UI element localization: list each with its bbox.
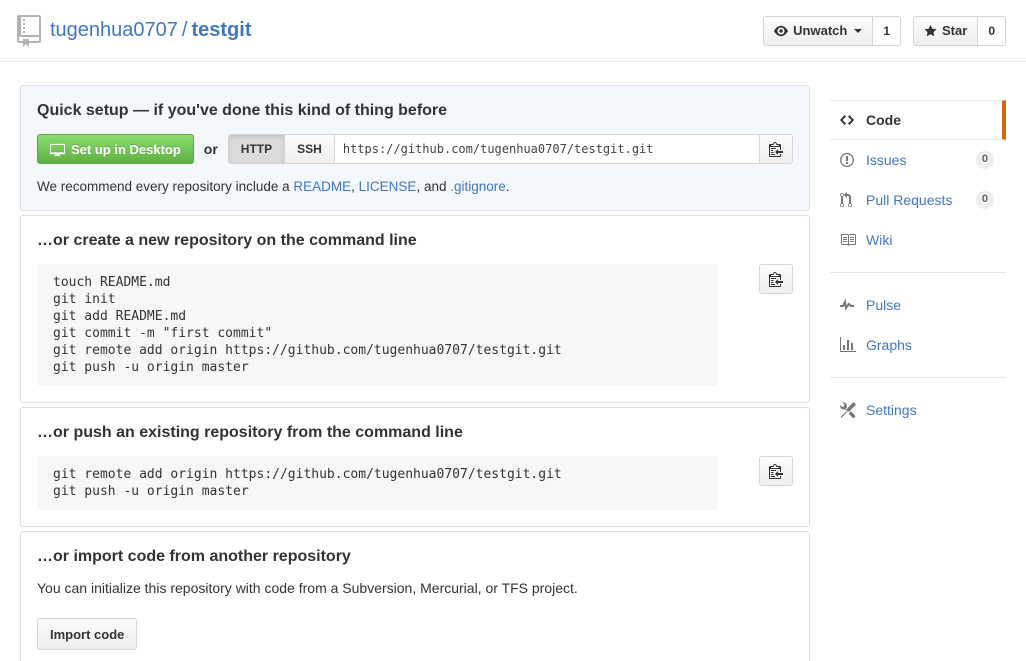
push-repo-code-block: git remote add origin https://github.com… xyxy=(37,456,717,510)
sidebar-item-wiki[interactable]: Wiki xyxy=(830,220,1006,260)
tools-icon xyxy=(840,402,866,418)
chevron-down-icon xyxy=(854,28,863,33)
code-line: git push -u origin master xyxy=(53,484,249,499)
recommend-sep2: , and xyxy=(416,179,451,194)
sidebar-item-issues[interactable]: Issues 0 xyxy=(830,140,1006,180)
code-line: git remote add origin https://github.com… xyxy=(53,467,562,482)
recommend-sep1: , xyxy=(351,179,359,194)
code-line: git init xyxy=(53,292,116,307)
star-count[interactable]: 0 xyxy=(978,15,1006,46)
code-icon xyxy=(840,112,866,128)
sidebar-item-pulse[interactable]: Pulse xyxy=(830,285,1006,325)
ssh-protocol-button[interactable]: SSH xyxy=(284,134,335,164)
setup-in-desktop-label: Set up in Desktop xyxy=(71,141,181,157)
quick-setup-panel: Quick setup — if you've done this kind o… xyxy=(20,85,810,211)
import-description: You can initialize this repository with … xyxy=(37,580,578,596)
or-label: or xyxy=(203,141,218,157)
sidebar-label: Settings xyxy=(866,402,917,418)
issues-count-badge: 0 xyxy=(975,151,994,169)
gitignore-link[interactable]: .gitignore xyxy=(450,179,506,194)
license-link[interactable]: LICENSE xyxy=(359,179,417,194)
copy-push-commands-button[interactable] xyxy=(759,456,793,486)
code-line: touch README.md xyxy=(53,275,171,290)
sidebar-item-graphs[interactable]: Graphs xyxy=(830,325,1006,365)
issue-opened-icon xyxy=(840,152,866,168)
copy-create-commands-button[interactable] xyxy=(759,264,793,294)
readme-link[interactable]: README xyxy=(293,179,351,194)
sidebar-label: Code xyxy=(866,112,901,128)
repo-sidebar: Code Issues 0 Pull Requests 0 Wiki Pulse… xyxy=(830,85,1006,661)
recommend-text: We recommend every repository include a … xyxy=(37,179,793,194)
sidebar-label: Graphs xyxy=(866,337,912,353)
repo-owner-link[interactable]: tugenhua0707 xyxy=(50,19,178,41)
star-button[interactable]: Star xyxy=(913,15,979,46)
quick-setup-heading: Quick setup — if you've done this kind o… xyxy=(37,102,448,119)
recommend-suffix: . xyxy=(505,179,510,194)
unwatch-button[interactable]: Unwatch xyxy=(763,15,874,46)
eye-icon xyxy=(774,25,789,36)
git-pull-request-icon xyxy=(840,192,866,208)
repo-icon xyxy=(17,14,41,47)
code-line: git remote add origin https://github.com… xyxy=(53,343,562,358)
pull-requests-count-badge: 0 xyxy=(975,191,994,209)
watch-button-group: Unwatch 1 xyxy=(763,15,902,46)
watch-count[interactable]: 1 xyxy=(873,15,902,46)
import-heading: …or import code from another repository xyxy=(37,548,351,565)
sidebar-label: Issues xyxy=(866,152,907,168)
push-repo-heading: …or push an existing repository from the… xyxy=(37,424,463,441)
sidebar-label: Pulse xyxy=(866,297,902,313)
push-repo-panel: …or push an existing repository from the… xyxy=(20,407,810,527)
code-line: git push -u origin master xyxy=(53,360,249,375)
setup-in-desktop-button[interactable]: Set up in Desktop xyxy=(37,134,194,164)
sidebar-item-settings[interactable]: Settings xyxy=(830,390,1006,430)
star-icon xyxy=(924,24,937,36)
sidebar-item-code[interactable]: Code xyxy=(830,100,1006,140)
clippy-icon xyxy=(769,142,783,157)
import-panel: …or import code from another repository … xyxy=(20,531,810,661)
desktop-icon xyxy=(50,143,65,156)
copy-url-button[interactable] xyxy=(759,134,793,164)
recommend-prefix: We recommend every repository include a xyxy=(37,179,294,194)
create-repo-code-block: touch README.md git init git add README.… xyxy=(37,264,717,386)
book-icon xyxy=(840,232,866,248)
sidebar-separator xyxy=(830,272,1006,273)
star-label: Star xyxy=(942,23,968,38)
create-repo-panel: …or create a new repository on the comma… xyxy=(20,215,810,403)
clone-url-group: HTTP SSH xyxy=(227,134,793,164)
pulse-icon xyxy=(840,297,866,313)
sidebar-label: Wiki xyxy=(866,232,893,248)
unwatch-label: Unwatch xyxy=(793,23,848,38)
breadcrumb-separator: / xyxy=(181,19,188,41)
graph-icon xyxy=(840,337,866,353)
repo-name-link[interactable]: testgit xyxy=(191,19,251,41)
http-protocol-button[interactable]: HTTP xyxy=(227,134,286,164)
clippy-icon xyxy=(769,464,783,479)
star-button-group: Star 0 xyxy=(913,15,1006,46)
code-line: git add README.md xyxy=(53,309,187,324)
repo-header: tugenhua0707/testgit Unwatch 1 Star 0 xyxy=(0,0,1026,62)
breadcrumb: tugenhua0707/testgit xyxy=(50,19,251,42)
clone-url-input[interactable] xyxy=(333,134,760,164)
clippy-icon xyxy=(769,272,783,287)
sidebar-separator xyxy=(830,377,1006,378)
code-line: git commit -m "first commit" xyxy=(53,326,273,341)
import-code-button[interactable]: Import code xyxy=(37,618,138,650)
sidebar-item-pull-requests[interactable]: Pull Requests 0 xyxy=(830,180,1006,220)
sidebar-label: Pull Requests xyxy=(866,192,953,208)
create-repo-heading: …or create a new repository on the comma… xyxy=(37,232,417,249)
